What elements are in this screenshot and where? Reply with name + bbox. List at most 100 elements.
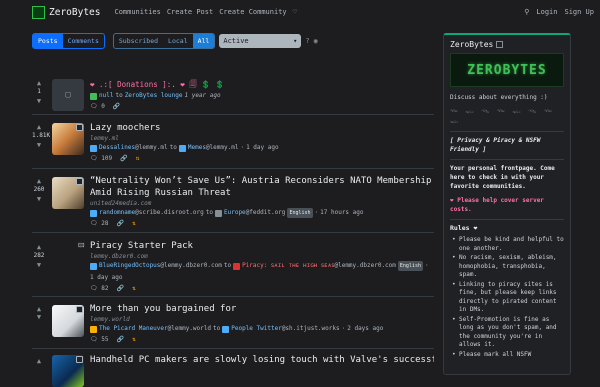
crosspost-icon[interactable]: ⇅ — [132, 285, 136, 292]
top-navbar: ZeroBytes Communities Create Post Create… — [0, 0, 600, 24]
post-thumbnail[interactable] — [52, 355, 84, 387]
post-title[interactable]: “Neutrality Won’t Save Us”: Austria Reco… — [90, 175, 434, 199]
sort-select[interactable]: Active ▾ — [219, 34, 302, 48]
upvote-icon[interactable]: ▲ — [32, 177, 46, 185]
site-logo[interactable] — [32, 5, 45, 19]
upvote-icon[interactable]: ▲ — [32, 123, 46, 131]
user-avatar — [90, 209, 97, 217]
post-thumbnail[interactable] — [52, 305, 84, 337]
post-title[interactable]: Piracy Starter Pack — [90, 240, 434, 252]
link-icon[interactable]: 🔗 — [116, 220, 123, 227]
search-icon[interactable]: ⚲ — [524, 8, 529, 16]
link-icon[interactable]: 🔗 — [116, 336, 123, 343]
post-title[interactable]: More than you bargained for — [90, 303, 434, 315]
community-name: Memes — [187, 144, 206, 151]
post-title[interactable]: Handheld PC makers are slowly losing tou… — [90, 354, 434, 366]
post-title[interactable]: Lazy moochers — [90, 122, 434, 134]
author-instance: @scribe.disroot.org — [135, 209, 204, 216]
signup-link[interactable]: Sign Up — [564, 8, 594, 16]
post-author[interactable]: null — [99, 91, 113, 101]
post-actions: 🗨 28 🔗 ⇅ — [90, 220, 434, 227]
dot-separator: · — [240, 144, 245, 151]
post-item: ▲ ▼ More than you bargained for lemmy.wo… — [32, 297, 434, 349]
listing-type-toggle: Subscribed Local All — [112, 33, 216, 49]
nav-create-post[interactable]: Create Post — [167, 8, 213, 16]
post-meta: randomname@scribe.disroot.org to Europe@… — [90, 208, 434, 218]
toggle-subscribed[interactable]: Subscribed — [114, 34, 163, 48]
frontpage-text: Your personal frontpage. Come here to ch… — [450, 165, 555, 190]
post-community[interactable]: Europe@feddit.org — [224, 208, 285, 218]
text-post-icon[interactable]: ▢ — [52, 79, 84, 111]
post-type-toggle: Posts Comments — [32, 33, 105, 49]
post-author[interactable]: The Picard Maneuver@lemmy.world — [99, 324, 211, 334]
post-age: 2 days ago — [347, 325, 384, 332]
post-domain: lemmy.ml — [90, 135, 119, 142]
rule-item: Please mark all NSFW — [450, 351, 564, 360]
post-community[interactable]: ZeroBytes lounge — [125, 91, 183, 101]
downvote-icon[interactable]: ▼ — [32, 313, 46, 321]
collapse-icon[interactable] — [496, 41, 504, 48]
post-listing: Posts Comments Subscribed Local All Acti… — [32, 33, 434, 387]
donate-link[interactable]: ❤ Please help cover server costs. — [450, 196, 564, 214]
link-icon[interactable]: 🔗 — [120, 155, 127, 162]
toggle-all[interactable]: All — [192, 34, 215, 48]
upvote-icon[interactable]: ▲ — [32, 243, 46, 251]
nav-create-community[interactable]: Create Community — [219, 8, 286, 16]
post-meta: Dessalines@lemmy.ml to Memes@lemmy.ml · … — [90, 143, 434, 153]
site-brand-link[interactable]: ZeroBytes — [49, 7, 100, 18]
post-title[interactable]: ❤ .:[ Donations ]:. ❤ 🗐 💲 💲 — [90, 79, 434, 91]
to-label: to — [115, 92, 123, 99]
community-icon — [233, 262, 241, 270]
post-community[interactable]: Piracy: ꜱᴀɪʟ ᴛʜᴇ ʜɪɢʜ ꜱᴇᴀꜱ@lemmy.dbzer0.… — [242, 261, 396, 271]
site-tagline: Discuss about everything :) — [450, 94, 548, 101]
post-domain: lemmy.dbzer0.com — [90, 253, 148, 260]
crosspost-icon[interactable]: ⇅ — [132, 336, 136, 343]
link-icon[interactable]: 🔗 — [113, 103, 120, 110]
community-instance: @sh.itjust.works — [281, 325, 340, 332]
to-label: to — [223, 262, 232, 269]
comments-button[interactable]: 🗨 28 — [90, 220, 108, 227]
post-thumbnail[interactable] — [52, 177, 84, 209]
post-author[interactable]: Dessalines@lemmy.ml — [99, 143, 168, 153]
downvote-icon[interactable]: ▼ — [32, 97, 46, 105]
to-label: to — [213, 325, 221, 332]
login-link[interactable]: Login — [536, 8, 557, 16]
nav-communities[interactable]: Communities — [114, 8, 160, 16]
vote-box: ▲ 260 ▼ — [32, 177, 46, 203]
external-link-badge-icon — [76, 178, 83, 185]
crosspost-icon[interactable]: ⇅ — [132, 220, 136, 227]
post-score: 1.81K — [32, 132, 51, 139]
post-author[interactable]: randomname@scribe.disroot.org — [99, 208, 204, 218]
comments-button[interactable]: 🗨 55 — [90, 336, 108, 343]
downvote-icon[interactable]: ▼ — [32, 195, 46, 203]
post-thumbnail[interactable] — [52, 123, 84, 155]
divider — [450, 131, 564, 132]
post-community[interactable]: People Twitter@sh.itjust.works — [231, 324, 339, 334]
user-avatar — [90, 144, 97, 152]
post-meta: BlueRingedOctopus@lemmy.dbzer0.com to Pi… — [90, 261, 434, 283]
downvote-icon[interactable]: ▼ — [32, 261, 46, 269]
rules-list: Please be kind and helpful to one anothe… — [450, 236, 564, 359]
crosspost-icon[interactable]: ⇅ — [136, 155, 140, 162]
upvote-icon[interactable]: ▲ — [32, 357, 46, 365]
comments-button[interactable]: 🗨 0 — [90, 103, 105, 110]
sort-select-value: Active — [223, 37, 249, 45]
upvote-icon[interactable]: ▲ — [32, 305, 46, 313]
author-name: BlueRingedOctopus — [99, 262, 161, 269]
toggle-comments[interactable]: Comments — [63, 34, 104, 48]
downvote-icon[interactable]: ▼ — [32, 141, 46, 149]
post-meta: The Picard Maneuver@lemmy.world to Peopl… — [90, 324, 434, 334]
link-icon[interactable]: 🔗 — [116, 285, 123, 292]
rule-item: Linking to piracy sites is fine, but ple… — [450, 281, 564, 315]
donate-heart-icon[interactable]: ♡ — [293, 8, 297, 16]
post-author[interactable]: BlueRingedOctopus@lemmy.dbzer0.com — [99, 261, 222, 271]
toggle-posts[interactable]: Posts — [33, 34, 63, 48]
rss-icon[interactable]: ◉ — [314, 37, 318, 45]
post-community[interactable]: Memes@lemmy.ml — [188, 143, 239, 153]
comments-button[interactable]: 🗨 109 — [90, 155, 112, 162]
help-icon[interactable]: ? — [305, 37, 309, 45]
comments-button[interactable]: 🗨 82 — [90, 285, 108, 292]
dot-separator: · — [424, 262, 429, 269]
toggle-local[interactable]: Local — [163, 34, 193, 48]
upvote-icon[interactable]: ▲ — [32, 79, 46, 87]
